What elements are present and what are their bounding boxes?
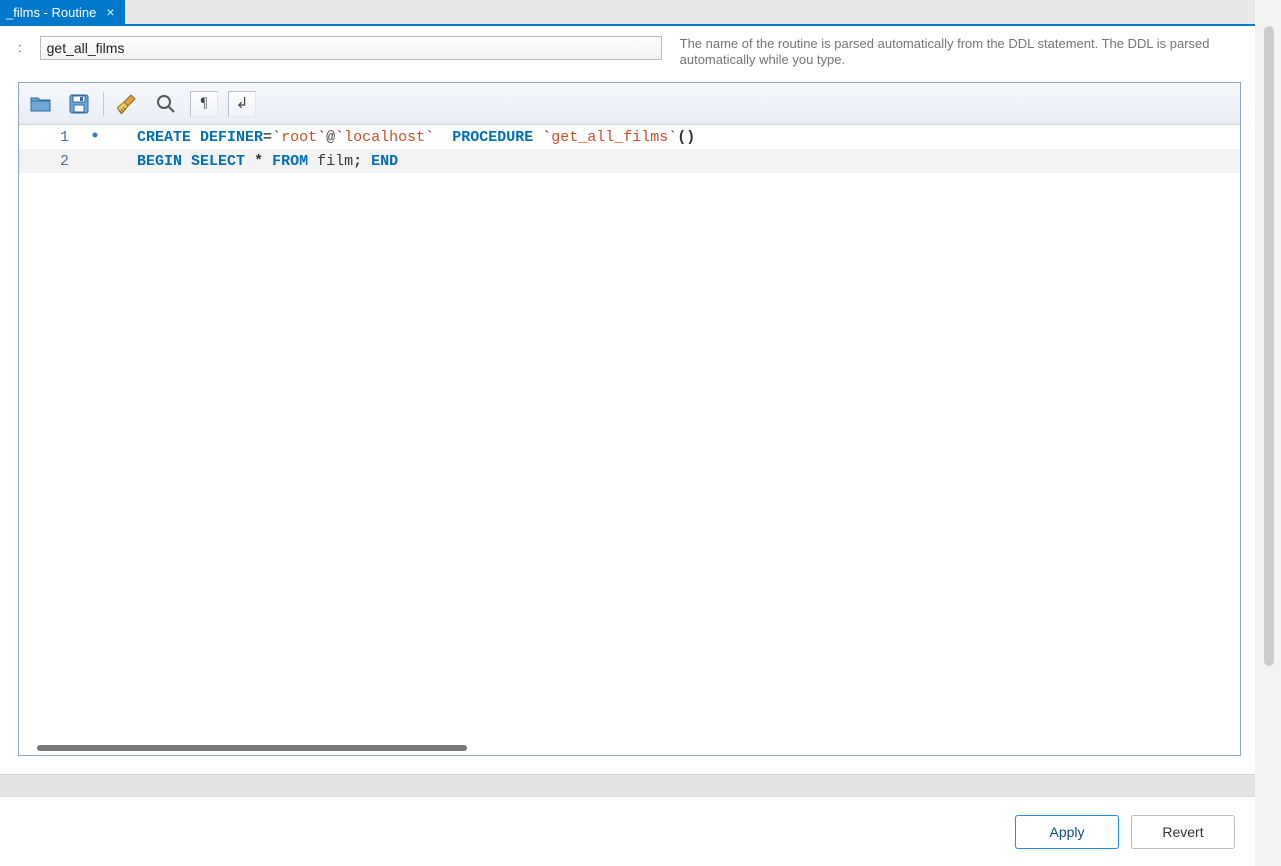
- window-vertical-scrollbar[interactable]: [1255, 0, 1281, 866]
- broom-icon[interactable]: [114, 90, 142, 118]
- pilcrow-icon: ¶: [201, 95, 208, 112]
- code-lines: 1 • CREATE DEFINER=`root`@`localhost` PR…: [19, 125, 1240, 173]
- revert-button[interactable]: Revert: [1131, 815, 1235, 849]
- toolbar-separator: [103, 92, 104, 116]
- horizontal-scroll-thumb[interactable]: [37, 745, 467, 751]
- routine-name-hint: The name of the routine is parsed automa…: [680, 36, 1241, 69]
- open-file-icon[interactable]: [27, 90, 55, 118]
- vertical-scroll-thumb[interactable]: [1264, 26, 1274, 666]
- code-text[interactable]: CREATE DEFINER=`root`@`localhost` PROCED…: [115, 129, 695, 146]
- sql-editor-frame: ¶ ↲ 1 • CREATE DEFINER=`root`@`localhost…: [18, 82, 1241, 756]
- code-text[interactable]: BEGIN SELECT * FROM film; END: [115, 153, 398, 170]
- wrap-icon: ↲: [236, 94, 249, 113]
- panel-footer-strip: [0, 774, 1255, 796]
- sql-editor-toolbar: ¶ ↲: [19, 83, 1240, 125]
- apply-button[interactable]: Apply: [1015, 815, 1119, 849]
- code-line[interactable]: 1 • CREATE DEFINER=`root`@`localhost` PR…: [19, 125, 1240, 149]
- magnifier-icon[interactable]: [152, 90, 180, 118]
- line-number: 1: [19, 129, 75, 146]
- editor-horizontal-scrollbar[interactable]: [19, 743, 1240, 755]
- dialog-footer: Apply Revert: [0, 796, 1255, 866]
- routine-editor-panel: : The name of the routine is parsed auto…: [0, 26, 1255, 774]
- name-row: : The name of the routine is parsed auto…: [18, 36, 1241, 74]
- code-line[interactable]: 2 BEGIN SELECT * FROM film; END: [19, 149, 1240, 173]
- save-icon[interactable]: [65, 90, 93, 118]
- line-number: 2: [19, 153, 75, 170]
- toggle-wrap-button[interactable]: ↲: [228, 91, 256, 117]
- toggle-invisibles-button[interactable]: ¶: [190, 91, 218, 117]
- tab-bar: _films - Routine ×: [0, 0, 1281, 24]
- sql-code-area[interactable]: 1 • CREATE DEFINER=`root`@`localhost` PR…: [19, 125, 1240, 743]
- breakpoint-marker[interactable]: •: [75, 128, 115, 146]
- tab-routine[interactable]: _films - Routine ×: [0, 0, 125, 24]
- tab-label: _films - Routine: [6, 5, 96, 20]
- close-icon[interactable]: ×: [106, 5, 114, 19]
- name-label-colon: :: [18, 36, 22, 55]
- routine-name-input[interactable]: [40, 36, 662, 60]
